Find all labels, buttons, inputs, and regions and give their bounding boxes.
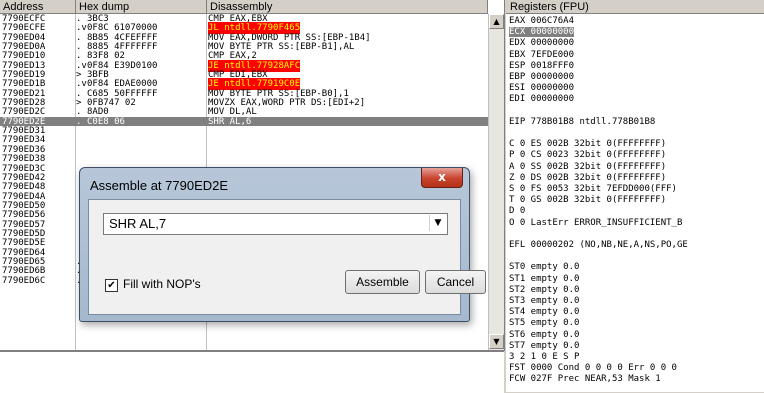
- column-header-address[interactable]: Address: [0, 0, 76, 14]
- register-line[interactable]: P 0 CS 0023 32bit 0(FFFFFFFF): [509, 150, 666, 160]
- register-line[interactable]: 3 2 1 0 E S P: [509, 352, 579, 362]
- register-line[interactable]: FST 0000 Cond 0 0 0 0 Err 0 0 0: [509, 363, 677, 373]
- register-line[interactable]: EIP 778B01B8 ntdll.778B01B8: [509, 117, 655, 127]
- register-line[interactable]: EDX 00000000: [509, 38, 574, 48]
- register-line[interactable]: FCW 027F Prec NEAR,53 Mask 1: [509, 374, 661, 384]
- table-row[interactable]: 7790ED2E. C0E8 06 SHR AL,6: [0, 116, 488, 127]
- register-line[interactable]: C 0 ES 002B 32bit 0(FFFFFFFF): [509, 139, 666, 149]
- register-line[interactable]: ST0 empty 0.0: [509, 262, 579, 272]
- dialog-title: Assemble at 7790ED2E: [90, 178, 229, 193]
- register-line[interactable]: EFL 00000202 (NO,NB,NE,A,NS,PO,GE: [509, 240, 688, 250]
- dialog-body: ▼ ✔ Fill with NOP's Assemble Cancel: [88, 199, 486, 315]
- table-row[interactable]: 7790ED36: [0, 145, 488, 155]
- register-line[interactable]: O 0 LastErr ERROR_INSUFFICIENT_B: [509, 218, 682, 228]
- table-row[interactable]: 7790ED34: [0, 135, 488, 145]
- fill-nops-label[interactable]: Fill with NOP's: [123, 277, 201, 291]
- column-header-disassembly[interactable]: Disassembly: [207, 0, 488, 14]
- register-line[interactable]: ST7 empty 0.0: [509, 341, 579, 351]
- register-line[interactable]: ST3 empty 0.0: [509, 296, 579, 306]
- fill-nops-checkbox[interactable]: ✔: [105, 279, 118, 292]
- registers-title: Registers (FPU): [506, 0, 764, 14]
- vertical-scrollbar[interactable]: ▲ ▼: [488, 14, 504, 350]
- cancel-button[interactable]: Cancel: [425, 270, 486, 294]
- register-line[interactable]: ST1 empty 0.0: [509, 274, 579, 284]
- register-line[interactable]: S 0 FS 0053 32bit 7EFDD000(FFF): [509, 184, 677, 194]
- assemble-combobox[interactable]: ▼: [103, 213, 448, 235]
- register-line[interactable]: EBP 00000000: [509, 72, 574, 82]
- chevron-down-icon[interactable]: ▼: [429, 215, 446, 231]
- register-line[interactable]: D 0: [509, 206, 525, 216]
- registers-pane[interactable]: Registers (FPU) EAX 006C76A4 ECX 00000000…: [506, 0, 764, 392]
- register-line[interactable]: ESI 00000000: [509, 83, 574, 93]
- scroll-down-button[interactable]: ▼: [489, 334, 504, 349]
- register-line[interactable]: EDI 00000000: [509, 94, 574, 104]
- instruction-input[interactable]: [106, 215, 427, 231]
- register-line[interactable]: ST4 empty 0.0: [509, 307, 579, 317]
- register-line[interactable]: ECX 00000000: [509, 27, 575, 38]
- register-line[interactable]: ST5 empty 0.0: [509, 318, 579, 328]
- scroll-up-button[interactable]: ▲: [489, 14, 504, 29]
- register-line[interactable]: A 0 SS 002B 32bit 0(FFFFFFFF): [509, 162, 666, 172]
- assemble-button[interactable]: Assemble: [345, 270, 420, 294]
- dump-pane[interactable]: [0, 351, 504, 393]
- register-line[interactable]: EBX 7EFDE000: [509, 50, 574, 60]
- table-row[interactable]: 7790ED38: [0, 154, 488, 164]
- assemble-dialog: Assemble at 7790ED2E x ▼ ✔ Fill with NOP…: [79, 167, 486, 322]
- column-header-hex[interactable]: Hex dump: [76, 0, 207, 14]
- row-address: 7790ED6C: [2, 275, 46, 286]
- close-button[interactable]: x: [421, 168, 463, 188]
- table-row[interactable]: 7790ED31: [0, 126, 488, 136]
- register-line[interactable]: EAX 006C76A4: [509, 16, 574, 26]
- register-line[interactable]: ST6 empty 0.0: [509, 330, 579, 340]
- register-line[interactable]: T 0 GS 002B 32bit 0(FFFFFFFF): [509, 195, 666, 205]
- register-line[interactable]: ESP 0018FFF0: [509, 61, 574, 71]
- register-line[interactable]: ST2 empty 0.0: [509, 285, 579, 295]
- register-line[interactable]: Z 0 DS 002B 32bit 0(FFFFFFFF): [509, 173, 666, 183]
